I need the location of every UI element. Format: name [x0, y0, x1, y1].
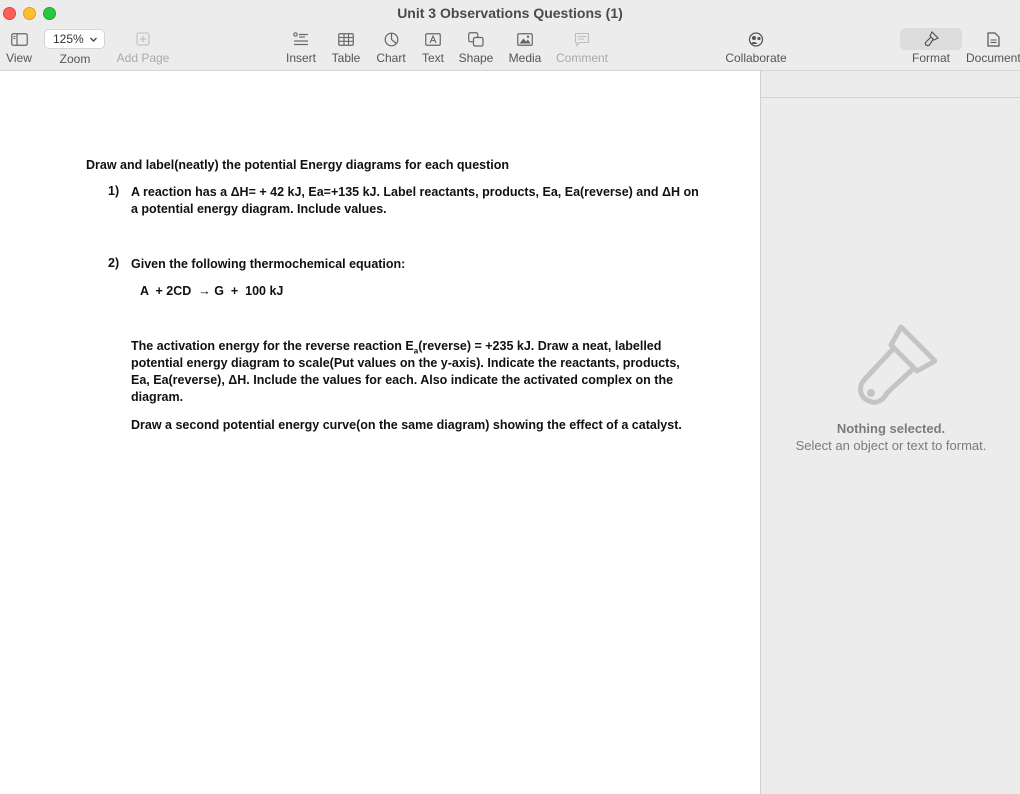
add-page-button[interactable]: Add Page	[116, 28, 170, 65]
question-2-intro: Given the following thermochemical equat…	[131, 257, 406, 271]
question-1-line-2: a potential energy diagram. Include valu…	[131, 202, 387, 216]
zoom-label: Zoom	[59, 52, 91, 66]
media-label: Media	[508, 51, 542, 65]
add-page-icon	[116, 28, 170, 50]
chevron-down-icon	[89, 33, 98, 47]
table-button[interactable]: Table	[329, 28, 363, 65]
format-button[interactable]: Format	[906, 28, 956, 65]
nothing-selected-hint: Select an object or text to format.	[795, 438, 987, 453]
nothing-selected-title: Nothing selected.	[836, 421, 946, 436]
shape-label: Shape	[458, 51, 494, 65]
text-label: Text	[421, 51, 444, 65]
zoom-select[interactable]: 125%	[44, 29, 105, 49]
media-button[interactable]: Media	[505, 28, 545, 65]
document-icon	[966, 28, 1020, 50]
question-1-number: 1)	[108, 184, 120, 198]
view-button[interactable]: View	[4, 28, 34, 65]
question-1-line-1: A reaction has a ΔH= + 42 kJ, Ea=+135 kJ…	[131, 185, 699, 199]
paintbrush-placeholder-icon	[857, 323, 938, 418]
question-2-text-b: (reverse) = +235 kJ. Draw a neat, labell…	[418, 339, 662, 353]
paintbrush-icon	[906, 28, 956, 50]
shape-icon	[457, 28, 495, 50]
sidebar-divider	[761, 97, 1020, 98]
media-icon	[505, 28, 545, 50]
collaborate-button[interactable]: Collaborate	[723, 28, 789, 65]
document-label: Document	[966, 51, 1020, 65]
chart-icon	[373, 28, 409, 50]
format-sidebar: Nothing selected. Select an object or te…	[760, 71, 1020, 794]
comment-icon	[553, 28, 611, 50]
window-toolbar: Unit 3 Observations Questions (1) View 1…	[0, 0, 1020, 71]
table-icon	[329, 28, 363, 50]
comment-button[interactable]: Comment	[553, 28, 611, 65]
collaborate-icon	[723, 28, 789, 50]
question-2-paragraph-line-4: diagram.	[131, 390, 184, 404]
collaborate-label: Collaborate	[725, 51, 787, 65]
view-label: View	[6, 51, 32, 65]
shape-button[interactable]: Shape	[457, 28, 495, 65]
insert-button[interactable]: Insert	[282, 28, 320, 65]
chart-button[interactable]: Chart	[373, 28, 409, 65]
page-heading: Draw and label(neatly) the potential Ene…	[86, 158, 510, 172]
question-2-catalyst-instruction: Draw a second potential energy curve(on …	[131, 418, 682, 432]
text-box-icon	[418, 28, 448, 50]
window-title: Unit 3 Observations Questions (1)	[397, 5, 623, 21]
table-label: Table	[331, 51, 361, 65]
add-page-label: Add Page	[116, 51, 170, 65]
thermochemical-equation: A + 2CD → G + 100 kJ	[140, 284, 284, 298]
format-label: Format	[911, 51, 950, 65]
insert-list-icon	[282, 28, 320, 50]
sidebar-icon	[4, 28, 34, 50]
document-canvas[interactable]: Draw and label(neatly) the potential Ene…	[0, 71, 760, 794]
chart-label: Chart	[376, 51, 406, 65]
document-button[interactable]: Document	[966, 28, 1020, 65]
zoom-value: 125%	[53, 32, 84, 46]
insert-label: Insert	[285, 51, 316, 65]
text-button[interactable]: Text	[418, 28, 448, 65]
question-2-paragraph-line-2: potential energy diagram to scale(Put va…	[131, 356, 680, 370]
question-2-text-a: The activation energy for the reverse re…	[131, 339, 414, 353]
comment-label: Comment	[555, 51, 608, 65]
question-2-number: 2)	[108, 256, 120, 270]
question-2-paragraph-line-3: Ea, Ea(reverse), ΔH. Include the values …	[131, 373, 674, 387]
